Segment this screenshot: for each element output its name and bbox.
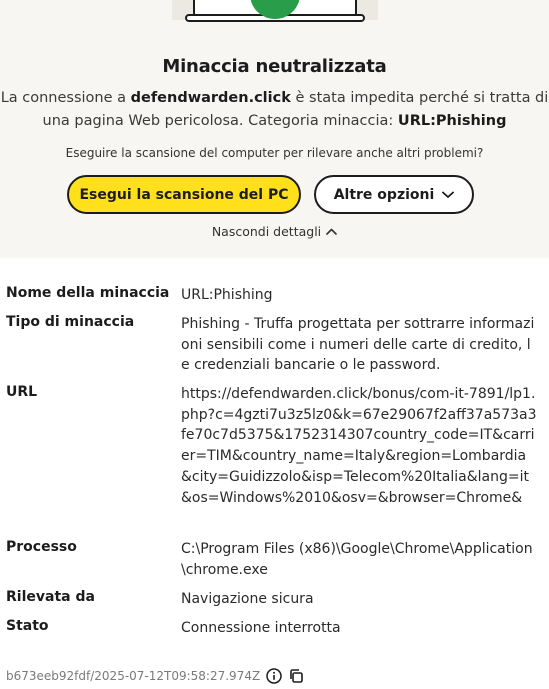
detail-key: URL <box>6 384 38 400</box>
more-options-button[interactable]: Altre opzioni <box>314 175 474 214</box>
detail-key: Nome della minaccia <box>6 285 170 301</box>
detail-key: Stato <box>6 618 49 634</box>
desc-text-1: La connessione a <box>0 90 131 106</box>
info-icon[interactable] <box>266 668 282 684</box>
footer-id-bar: b673eeb92fdf/2025-07-12T09:58:27.974Z <box>6 668 304 684</box>
scan-question: Eseguire la scansione del computer per r… <box>65 146 484 160</box>
detail-key: Tipo di minaccia <box>6 314 135 330</box>
chevron-up-icon <box>326 228 337 235</box>
summary-section: Minaccia neutralizzata La connessione a … <box>0 0 549 258</box>
scan-pc-button[interactable]: Esegui la scansione del PC <box>67 175 301 214</box>
page-title: Minaccia neutralizzata <box>162 56 387 77</box>
laptop-shield-illustration <box>172 0 378 22</box>
detail-value: URL:Phishing <box>181 287 273 303</box>
detail-value: Phishing - Truffa progettata per sottrar… <box>181 316 535 374</box>
event-id: b673eeb92fdf/2025-07-12T09:58:27.974Z <box>6 669 261 683</box>
detail-value: C:\Program Files (x86)\Google\Chrome\App… <box>181 541 533 578</box>
more-options-label: Altre opzioni <box>333 186 435 203</box>
detail-value-url: https://defendwarden.click/bonus/com-it-… <box>181 386 537 506</box>
scan-pc-label: Esegui la scansione del PC <box>79 186 289 203</box>
chevron-down-icon <box>442 191 455 199</box>
hide-details-toggle[interactable]: Nascondi dettagli <box>0 224 549 239</box>
threat-description: La connessione a defendwarden.click è st… <box>0 87 549 133</box>
copy-icon[interactable] <box>288 668 304 684</box>
blocked-domain: defendwarden.click <box>130 90 291 106</box>
detail-value: Connessione interrotta <box>181 620 341 636</box>
detail-value: Navigazione sicura <box>181 591 314 607</box>
detail-key: Processo <box>6 539 77 555</box>
details-table: Nome della minaccia URL:Phishing Tipo di… <box>0 258 549 689</box>
detail-key: Rilevata da <box>6 589 95 605</box>
threat-category: URL:Phishing <box>397 113 507 129</box>
hide-details-label: Nascondi dettagli <box>211 224 322 239</box>
